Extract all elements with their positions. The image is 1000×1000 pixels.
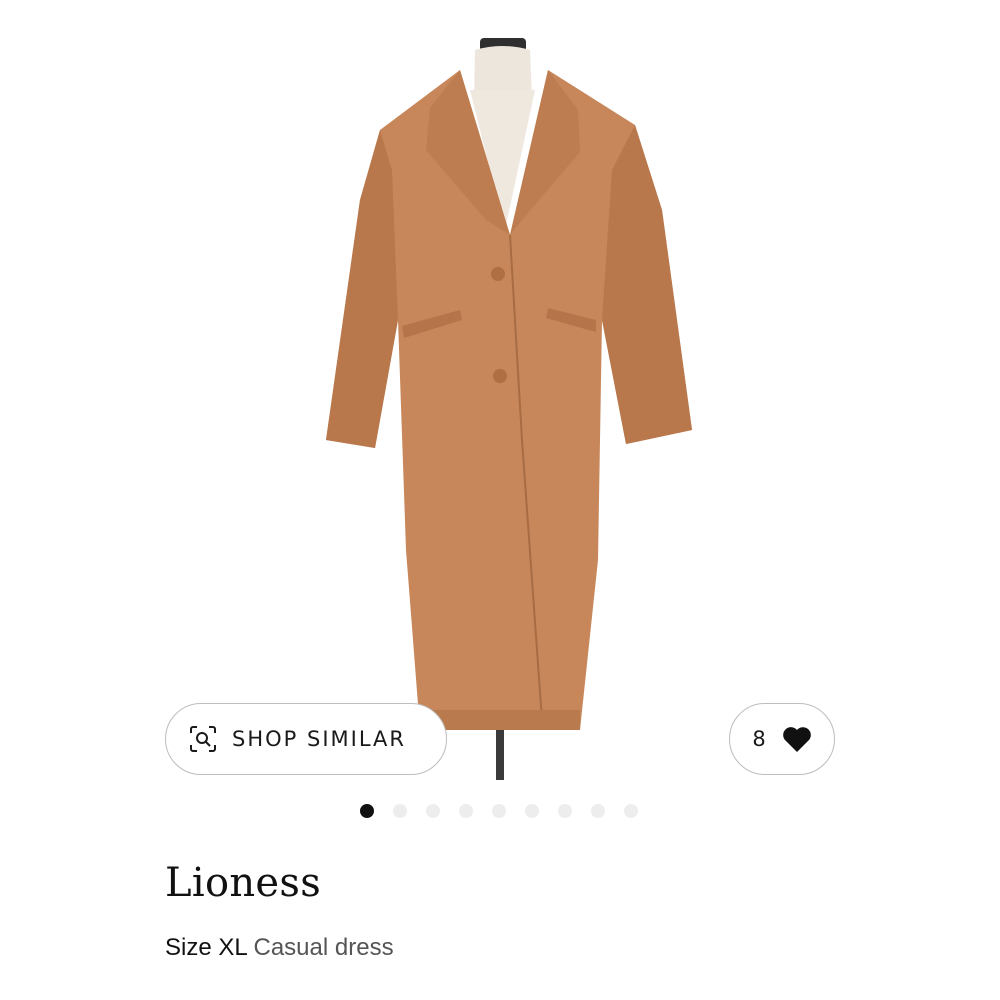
pagination-dot-3[interactable] (426, 804, 440, 818)
shop-similar-label: SHOP SIMILAR (232, 727, 406, 751)
camera-search-icon (190, 726, 216, 752)
pagination-dot-6[interactable] (525, 804, 539, 818)
brand-name[interactable]: Lioness (165, 860, 321, 906)
like-count: 8 (752, 727, 766, 751)
pagination-dot-8[interactable] (591, 804, 605, 818)
product-listing-page: SHOP SIMILAR 8 Lioness Size XL Casual dr… (0, 0, 1000, 1000)
product-image[interactable] (130, 20, 870, 780)
coat-photo (326, 38, 692, 780)
like-button[interactable]: 8 (729, 703, 835, 775)
pagination-dot-2[interactable] (393, 804, 407, 818)
product-size: Size XL (165, 934, 247, 961)
pagination-dot-9[interactable] (624, 804, 638, 818)
product-meta: Size XL Casual dress (165, 934, 394, 962)
shop-similar-button[interactable]: SHOP SIMILAR (165, 703, 447, 775)
image-pagination (360, 803, 642, 819)
pagination-dot-7[interactable] (558, 804, 572, 818)
heart-icon (782, 727, 811, 752)
product-category: Casual dress (253, 934, 394, 961)
pagination-dot-4[interactable] (459, 804, 473, 818)
pagination-dot-1[interactable] (360, 804, 374, 818)
pagination-dot-5[interactable] (492, 804, 506, 818)
